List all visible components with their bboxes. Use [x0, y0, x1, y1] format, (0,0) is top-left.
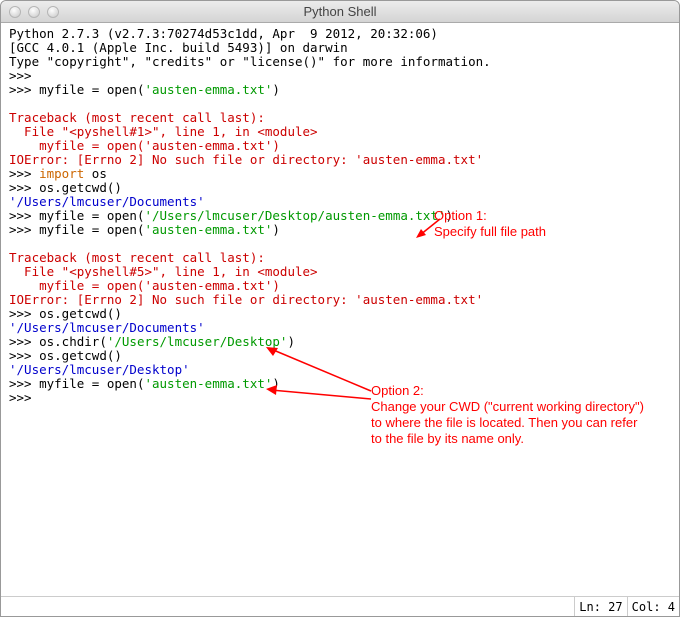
shell-segment: Type "copyright", "credits" or "license(… — [9, 54, 491, 69]
shell-segment: IOError: [Errno 2] No such file or direc… — [9, 292, 483, 307]
annotation-text: Change your CWD ("current working direct… — [371, 399, 644, 446]
minimize-icon[interactable] — [28, 6, 40, 18]
shell-segment: '/Users/lmcuser/Desktop' — [9, 362, 190, 377]
shell-line: >>> — [9, 69, 675, 83]
shell-segment: ) — [287, 334, 295, 349]
shell-segment: >>> — [9, 68, 39, 83]
shell-segment: import — [39, 166, 84, 181]
shell-segment: 'austen-emma.txt' — [144, 82, 272, 97]
shell-segment: '/Users/lmcuser/Desktop' — [107, 334, 288, 349]
annotation-option-1: Option 1: Specify full file path — [434, 208, 634, 240]
shell-line: '/Users/lmcuser/Documents' — [9, 195, 675, 209]
shell-segment: myfile = open( — [39, 208, 144, 223]
shell-line: >>> os.getcwd() — [9, 181, 675, 195]
shell-segment: 'austen-emma.txt' — [144, 222, 272, 237]
shell-segment: >>> — [9, 180, 39, 195]
shell-line: Traceback (most recent call last): — [9, 111, 675, 125]
shell-line: Type "copyright", "credits" or "license(… — [9, 55, 675, 69]
shell-segment: os.getcwd() — [39, 306, 122, 321]
shell-line: '/Users/lmcuser/Desktop' — [9, 363, 675, 377]
window-title: Python Shell — [1, 4, 679, 19]
shell-line: IOError: [Errno 2] No such file or direc… — [9, 293, 675, 307]
shell-segment: Python 2.7.3 (v2.7.3:70274d53c1dd, Apr 9… — [9, 26, 438, 41]
shell-segment: IOError: [Errno 2] No such file or direc… — [9, 152, 483, 167]
shell-line: >>> myfile = open('austen-emma.txt') — [9, 83, 675, 97]
shell-line: '/Users/lmcuser/Documents' — [9, 321, 675, 335]
close-icon[interactable] — [9, 6, 21, 18]
shell-segment: '/Users/lmcuser/Documents' — [9, 320, 205, 335]
shell-segment: Traceback (most recent call last): — [9, 250, 265, 265]
status-line: Ln: 27 — [574, 597, 626, 616]
shell-line: myfile = open('austen-emma.txt') — [9, 279, 675, 293]
zoom-icon[interactable] — [47, 6, 59, 18]
shell-line: >>> import os — [9, 167, 675, 181]
annotation-title: Option 1: — [434, 208, 487, 223]
shell-segment: '/Users/lmcuser/Documents' — [9, 194, 205, 209]
shell-segment: os.getcwd() — [39, 180, 122, 195]
annotation-text: Specify full file path — [434, 224, 546, 239]
shell-segment: os.chdir( — [39, 334, 107, 349]
shell-output[interactable]: Python 2.7.3 (v2.7.3:70274d53c1dd, Apr 9… — [1, 23, 679, 596]
shell-segment: myfile = open( — [39, 222, 144, 237]
shell-segment: >>> — [9, 334, 39, 349]
shell-segment: myfile = open( — [39, 376, 144, 391]
titlebar: Python Shell — [1, 1, 679, 23]
shell-line: Traceback (most recent call last): — [9, 251, 675, 265]
shell-segment: File "<pyshell#1>", line 1, in <module> — [9, 124, 318, 139]
shell-segment: >>> — [9, 306, 39, 321]
shell-segment: >>> — [9, 390, 39, 405]
shell-line: File "<pyshell#5>", line 1, in <module> — [9, 265, 675, 279]
shell-segment: >>> — [9, 82, 39, 97]
shell-line: >>> os.getcwd() — [9, 349, 675, 363]
shell-line: >>> os.chdir('/Users/lmcuser/Desktop') — [9, 335, 675, 349]
shell-segment: '/Users/lmcuser/Desktop/austen-emma.txt' — [144, 208, 445, 223]
shell-line: File "<pyshell#1>", line 1, in <module> — [9, 125, 675, 139]
shell-segment: >>> — [9, 222, 39, 237]
traffic-lights — [1, 6, 59, 18]
shell-segment: ) — [272, 82, 280, 97]
shell-line: IOError: [Errno 2] No such file or direc… — [9, 153, 675, 167]
shell-segment: os — [84, 166, 107, 181]
shell-segment: ) — [272, 376, 280, 391]
shell-segment: File "<pyshell#5>", line 1, in <module> — [9, 264, 318, 279]
annotation-option-2: Option 2: Change your CWD ("current work… — [371, 383, 651, 447]
shell-line: myfile = open('austen-emma.txt') — [9, 139, 675, 153]
shell-segment: >>> — [9, 208, 39, 223]
shell-segment: os.getcwd() — [39, 348, 122, 363]
annotation-title: Option 2: — [371, 383, 424, 398]
shell-segment: 'austen-emma.txt' — [144, 376, 272, 391]
shell-line: >>> os.getcwd() — [9, 307, 675, 321]
statusbar: Ln: 27 Col: 4 — [1, 596, 679, 616]
shell-segment: [GCC 4.0.1 (Apple Inc. build 5493)] on d… — [9, 40, 348, 55]
shell-segment: >>> — [9, 348, 39, 363]
shell-segment: myfile = open('austen-emma.txt') — [9, 278, 280, 293]
shell-segment: ) — [272, 222, 280, 237]
shell-segment: Traceback (most recent call last): — [9, 110, 265, 125]
shell-line — [9, 97, 675, 111]
shell-segment: myfile = open( — [39, 82, 144, 97]
status-col: Col: 4 — [627, 597, 679, 616]
shell-segment: >>> — [9, 166, 39, 181]
shell-segment: >>> — [9, 376, 39, 391]
shell-line: Python 2.7.3 (v2.7.3:70274d53c1dd, Apr 9… — [9, 27, 675, 41]
shell-segment: myfile = open('austen-emma.txt') — [9, 138, 280, 153]
shell-line: [GCC 4.0.1 (Apple Inc. build 5493)] on d… — [9, 41, 675, 55]
